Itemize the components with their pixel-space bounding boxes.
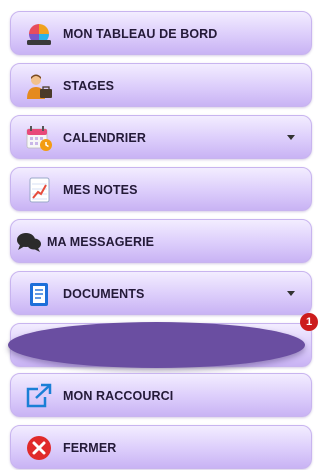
menu-label-notes: MES NOTES (63, 183, 138, 197)
menu-item-close[interactable]: FERMER (10, 425, 312, 469)
menu-item-dashboard[interactable]: MON TABLEAU DE BORD (10, 11, 312, 55)
document-icon (25, 280, 53, 308)
notification-badge: 1 (300, 313, 318, 331)
menu-item-calendar[interactable]: CALENDRIER (10, 115, 312, 159)
close-circle-icon (25, 434, 53, 462)
chevron-down-icon[interactable] (287, 135, 295, 140)
menu-label-stages: STAGES (63, 79, 115, 93)
person-briefcase-icon (25, 72, 53, 100)
menu-item-stages[interactable]: STAGES (10, 63, 312, 107)
calendar-icon (25, 124, 53, 152)
dashboard-chart-icon (25, 20, 53, 48)
menu-label-documents: DOCUMENTS (63, 287, 145, 301)
menu-label-calendar: CALENDRIER (63, 131, 146, 145)
side-menu: MON TABLEAU DE BORD STAGES CALENDRIER ME… (0, 0, 318, 469)
menu-label-close: FERMER (63, 441, 117, 455)
menu-item-shortcut[interactable]: MON RACCOURCI (10, 373, 312, 417)
grades-chart-icon (25, 176, 53, 204)
chat-bubbles-icon (15, 228, 43, 256)
menu-item-notes[interactable]: MES NOTES (10, 167, 312, 211)
chevron-down-icon[interactable] (287, 291, 295, 296)
menu-item-messaging[interactable]: MA MESSAGERIE (10, 219, 312, 263)
external-link-icon (25, 382, 53, 410)
redaction-overlay (8, 322, 305, 368)
menu-label-dashboard: MON TABLEAU DE BORD (63, 27, 218, 41)
menu-label-messaging: MA MESSAGERIE (47, 235, 155, 249)
menu-label-shortcut: MON RACCOURCI (63, 389, 174, 403)
menu-item-documents[interactable]: DOCUMENTS (10, 271, 312, 315)
